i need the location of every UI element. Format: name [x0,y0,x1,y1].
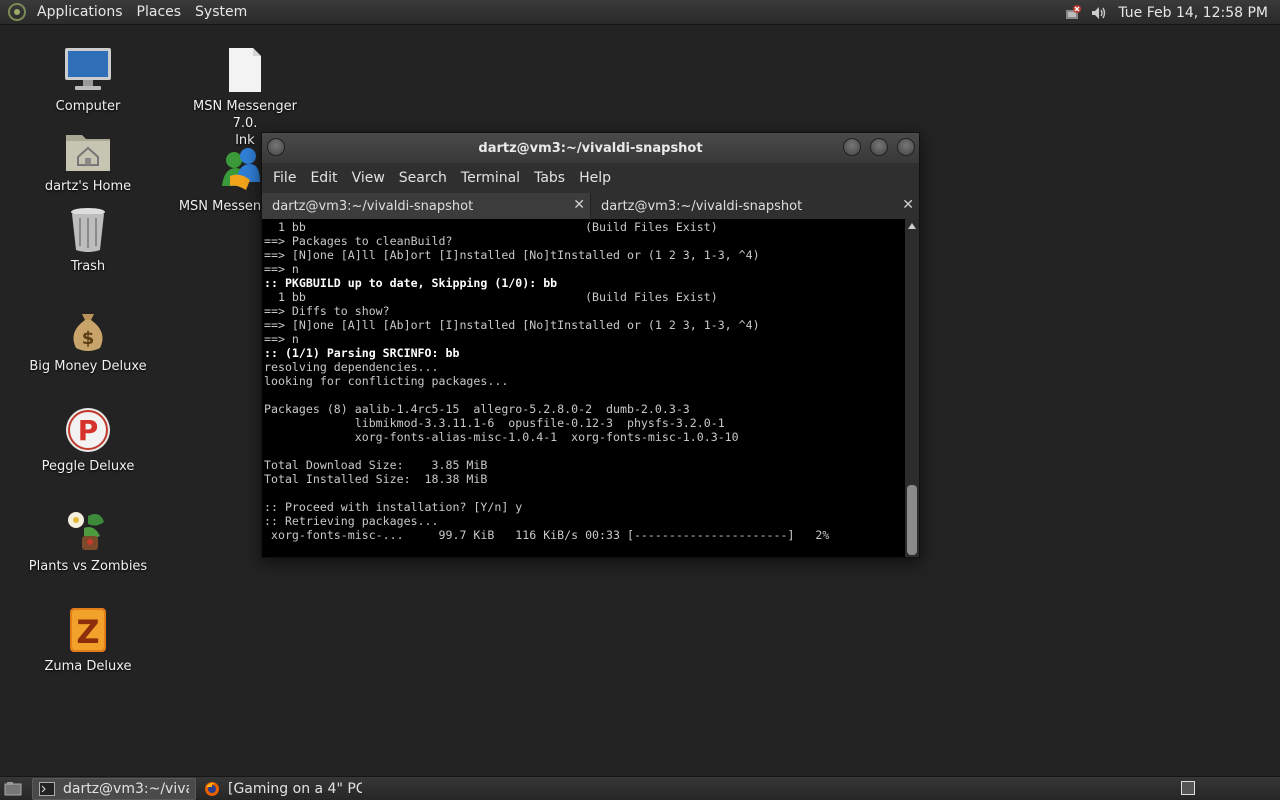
tab-close-icon[interactable]: ✕ [902,197,914,213]
network-icon[interactable] [1064,4,1082,22]
scroll-up-arrow-icon[interactable] [908,223,916,229]
terminal-line: resolving dependencies... [264,360,439,374]
taskbar-item-label: [Gaming on a 4" PC ... [228,780,362,797]
svg-text:Z: Z [76,613,99,651]
system-tray: Tue Feb 14, 12:58 PM [1064,0,1280,25]
terminal-tabbar: dartz@vm3:~/vivaldi-snapshot ✕ dartz@vm3… [262,193,919,219]
terminal-line: :: Proceed with installation? [Y/n] y [264,500,523,514]
tab-label: dartz@vm3:~/vivaldi-snapshot [601,198,803,214]
show-desktop-icon[interactable] [2,778,24,800]
terminal-line: :: PKGBUILD up to date, Skipping (1/0): … [264,276,558,290]
tab-close-icon[interactable]: ✕ [573,197,585,213]
desktop-icon-label: MSN Messen [178,199,262,214]
menu-edit[interactable]: Edit [303,170,344,186]
peggle-icon: P [62,404,114,456]
terminal-line: ==> Packages to cleanBuild? [264,234,453,248]
terminal-menubar: File Edit View Search Terminal Tabs Help [262,163,919,193]
taskbar-item-terminal[interactable]: dartz@vm3:~/vivald... [32,777,196,800]
desktop-icon-label: Big Money Deluxe [29,359,147,374]
terminal-line: xorg-fonts-misc-... 99.7 KiB 116 KiB/s 0… [264,528,830,542]
distro-logo-icon[interactable] [8,3,26,21]
window-titlebar[interactable]: dartz@vm3:~/vivaldi-snapshot [262,133,919,163]
terminal-line: Total Installed Size: 18.38 MiB [264,472,488,486]
menu-system[interactable]: System [188,4,254,20]
plants-icon [62,504,114,556]
desktop-icon-label: Plants vs Zombies [28,559,148,574]
desktop-icon-label: Zuma Deluxe [44,659,132,674]
window-title: dartz@vm3:~/vivaldi-snapshot [478,140,703,156]
desktop-icon-trash[interactable]: Trash [28,204,148,275]
terminal-line: ==> n [264,332,299,346]
desktop-icon-label: dartz's Home [44,179,132,194]
top-panel: Applications Places System Tue Feb 14, 1… [0,0,1280,25]
scroll-thumb[interactable] [907,485,917,555]
terminal-icon [39,781,55,797]
menu-help[interactable]: Help [572,170,618,186]
desktop-icon-label: Peggle Deluxe [41,459,135,474]
window-menu-button[interactable] [267,138,285,156]
workspace-switcher[interactable] [1181,781,1195,795]
svg-text:$: $ [82,328,95,349]
zuma-icon: Z [62,604,114,656]
desktop-icon-plants-vs-zombies[interactable]: Plants vs Zombies [28,504,148,575]
terminal-line: :: (1/1) Parsing SRCINFO: bb [264,346,460,360]
desktop-icon-zuma[interactable]: Z Zuma Deluxe [28,604,148,675]
volume-icon[interactable] [1090,4,1108,22]
terminal-line: ==> [N]one [A]ll [Ab]ort [I]nstalled [No… [264,318,760,332]
terminal-output[interactable]: 1 bb (Build Files Exist) ==> Packages to … [262,219,905,557]
home-folder-icon [62,124,114,176]
terminal-line: 1 bb (Build Files Exist) [264,220,718,234]
terminal-line: Total Download Size: 3.85 MiB [264,458,488,472]
desktop-icon-peggle[interactable]: P Peggle Deluxe [28,404,148,475]
terminal-line: ==> Diffs to show? [264,304,390,318]
terminal-window: dartz@vm3:~/vivaldi-snapshot File Edit V… [261,132,920,558]
terminal-tab-1[interactable]: dartz@vm3:~/vivaldi-snapshot ✕ [262,193,591,219]
terminal-scrollbar[interactable] [905,219,919,557]
bottom-panel: dartz@vm3:~/vivald... [Gaming on a 4" PC… [0,776,1280,800]
close-button[interactable] [897,138,915,156]
desktop-icon-label: Trash [70,259,106,274]
menu-places[interactable]: Places [130,4,189,20]
terminal-tab-2[interactable]: dartz@vm3:~/vivaldi-snapshot ✕ [591,193,919,219]
terminal-line: 1 bb (Build Files Exist) [264,290,718,304]
desktop-icon-computer[interactable]: Computer [28,44,148,115]
desktop-icon-label: Computer [55,99,121,114]
terminal-line: :: Retrieving packages... [264,514,439,528]
minimize-button[interactable] [843,138,861,156]
taskbar-item-firefox[interactable]: [Gaming on a 4" PC ... [198,778,368,800]
msn-icon [214,144,266,196]
tab-label: dartz@vm3:~/vivaldi-snapshot [272,198,474,214]
menu-tabs[interactable]: Tabs [527,170,572,186]
menu-search[interactable]: Search [392,170,454,186]
terminal-line: xorg-fonts-alias-misc-1.0.4-1 xorg-fonts… [264,430,739,444]
terminal-line: Packages (8) aalib-1.4rc5-15 allegro-5.2… [264,402,690,416]
terminal-line: looking for conflicting packages... [264,374,509,388]
menu-view[interactable]: View [345,170,392,186]
firefox-icon [204,781,220,797]
menu-terminal[interactable]: Terminal [454,170,527,186]
money-bag-icon: $ [62,304,114,356]
desktop-icon-big-money[interactable]: $ Big Money Deluxe [28,304,148,375]
trash-icon [62,204,114,256]
desktop-icon-home[interactable]: dartz's Home [28,124,148,195]
terminal-line: ==> n [264,262,299,276]
file-icon [219,44,271,96]
svg-text:P: P [78,414,99,447]
computer-icon [62,44,114,96]
menu-applications[interactable]: Applications [30,4,130,20]
terminal-line: libmikmod-3.3.11.1-6 opusfile-0.12-3 phy… [264,416,725,430]
clock[interactable]: Tue Feb 14, 12:58 PM [1116,5,1280,21]
terminal-line: ==> [N]one [A]ll [Ab]ort [I]nstalled [No… [264,248,760,262]
maximize-button[interactable] [870,138,888,156]
taskbar-item-label: dartz@vm3:~/vivald... [63,780,189,797]
menu-file[interactable]: File [266,170,303,186]
